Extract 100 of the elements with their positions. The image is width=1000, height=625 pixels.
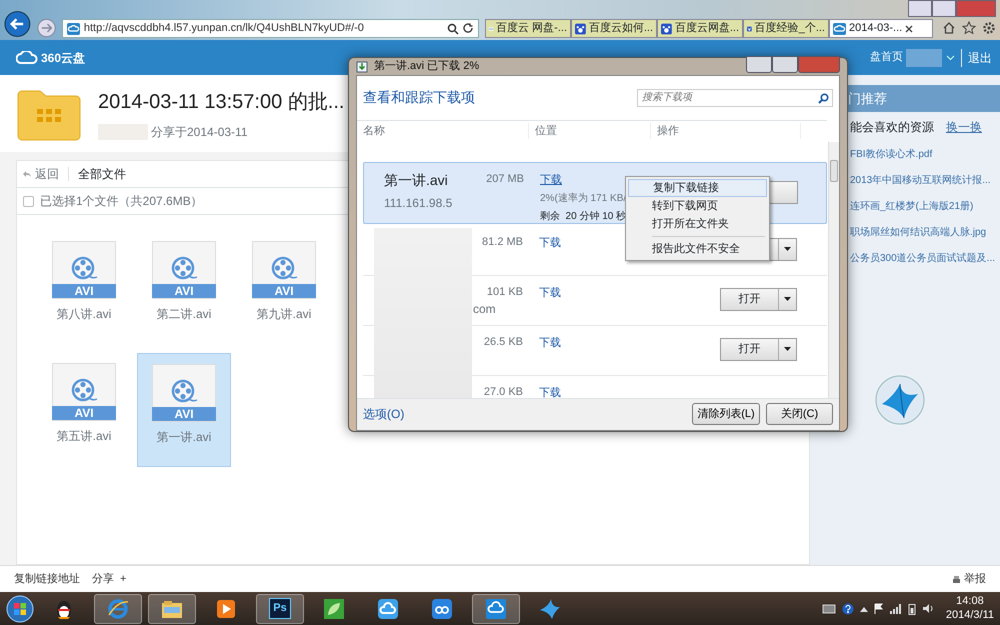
signal-icon[interactable] xyxy=(890,604,902,614)
maximize-button[interactable] xyxy=(932,0,956,17)
expand-icon[interactable] xyxy=(860,606,868,612)
cloud-logo-icon xyxy=(16,50,38,64)
menu-item[interactable]: 报告此文件不安全 xyxy=(628,240,767,258)
home-icon[interactable] xyxy=(942,21,956,35)
file-item[interactable]: AVI 第八讲.avi xyxy=(37,231,131,343)
file-name: 第五讲.avi xyxy=(56,428,112,445)
file-item[interactable]: AVI 第一讲.avi xyxy=(137,353,231,467)
file-item[interactable]: AVI 第五讲.avi xyxy=(37,353,131,467)
ps-app-icon[interactable]: Ps xyxy=(269,598,291,619)
star-icon[interactable] xyxy=(962,21,976,35)
search-icon[interactable] xyxy=(447,22,459,34)
resource-link[interactable]: 职场屌丝如何结识高端人脉.jpg xyxy=(850,226,986,240)
location-link[interactable]: 下载 xyxy=(539,234,561,251)
settings-icon[interactable] xyxy=(982,21,996,35)
media-player-icon[interactable] xyxy=(215,598,237,620)
clear-list-button[interactable]: 清除列表(L) xyxy=(692,402,760,426)
film-reel-icon xyxy=(169,377,199,405)
column-header[interactable]: 名称 xyxy=(357,122,529,140)
volume-icon[interactable] xyxy=(922,603,934,614)
file-type-label: AVI xyxy=(152,284,216,298)
start-button[interactable] xyxy=(6,594,34,622)
location-link[interactable]: 下载 xyxy=(539,284,561,301)
download-row[interactable]: 27.0 KB 下载 xyxy=(363,376,827,398)
file-type-label: AVI xyxy=(252,284,316,298)
menu-item[interactable]: 转到下载网页 xyxy=(628,197,767,215)
nav-link[interactable]: 盘首页 xyxy=(870,49,903,66)
resource-link[interactable]: 连环画_红楼梦(上海版21册) xyxy=(850,200,974,214)
battery-icon[interactable] xyxy=(908,602,916,614)
file-name: 第一讲.avi xyxy=(156,429,212,446)
back-button[interactable] xyxy=(4,10,31,38)
refresh-icon[interactable] xyxy=(463,23,474,34)
options-link[interactable]: 选项(O) xyxy=(363,405,686,423)
browser-tab[interactable]: 百度云如何... xyxy=(571,19,657,38)
keyboard-icon[interactable] xyxy=(822,604,836,614)
file-size: 26.5 KB xyxy=(484,334,523,348)
forward-button[interactable] xyxy=(36,18,56,38)
film-reel-icon xyxy=(269,254,299,282)
minimize-button[interactable] xyxy=(908,0,932,17)
maximize-button[interactable] xyxy=(772,56,798,73)
add-button[interactable]: + xyxy=(120,570,126,588)
column-header[interactable]: 操作 xyxy=(651,122,801,140)
film-reel-icon xyxy=(69,376,99,404)
taskbar-button[interactable]: Ps xyxy=(256,594,304,624)
location-link[interactable]: 下载 xyxy=(539,384,561,398)
file-name: 第二讲.avi xyxy=(156,306,212,323)
refresh-link[interactable]: 换一换 xyxy=(946,118,982,136)
taskbar-button[interactable] xyxy=(472,594,520,624)
location-link[interactable]: 下载 xyxy=(539,334,561,351)
file-name: 第一讲.avi xyxy=(384,170,449,190)
file-name: 第九讲.avi xyxy=(256,306,312,323)
location-link[interactable]: 下载 xyxy=(540,172,626,188)
help-icon[interactable] xyxy=(842,602,854,614)
browser-tab[interactable]: 百度云 网盘-... xyxy=(485,19,571,38)
progress-text: 2%(速率为 171 KB/ xyxy=(540,192,626,206)
minimize-button[interactable] xyxy=(746,56,772,73)
share-title: 2014-03-11 13:57:00 的批... xyxy=(98,90,344,114)
leaf-icon[interactable] xyxy=(323,598,345,620)
scrollbar[interactable] xyxy=(828,142,839,398)
close-icon[interactable] xyxy=(905,24,914,32)
breadcrumb-link[interactable]: 全部文件 xyxy=(78,165,126,183)
file-item[interactable]: AVI 第九讲.avi xyxy=(237,231,331,343)
file-type-label: AVI xyxy=(52,284,116,298)
browser-tab[interactable]: 百度经验_个... xyxy=(743,19,829,38)
paw-icon xyxy=(661,22,672,34)
back-link[interactable]: 返回 xyxy=(23,165,59,183)
film-reel-icon xyxy=(169,254,199,282)
browser-tab[interactable]: 2014-03-... xyxy=(829,19,933,38)
file-size: 101 KB xyxy=(486,284,523,298)
resource-link[interactable]: 公务员300道公务员面试试题及... xyxy=(850,252,996,266)
nav-link[interactable]: 退出 xyxy=(961,48,992,66)
remaining-time: 剩余 20 分钟 10 秒 xyxy=(540,210,626,224)
split-button[interactable]: 打开 xyxy=(720,288,797,310)
site-logo[interactable]: 360云盘 xyxy=(41,48,86,66)
clock-time: 14:08 xyxy=(955,594,985,608)
file-name: 第八讲.avi xyxy=(56,306,112,323)
caret-icon[interactable] xyxy=(784,297,791,301)
download-icon xyxy=(356,60,369,73)
scroll-thumb[interactable] xyxy=(830,160,838,182)
caret-icon[interactable] xyxy=(784,247,791,251)
resource-link[interactable]: FBI教你读心术.pdf xyxy=(850,148,932,162)
address-bar[interactable]: http://aqvscddbh4.l57.yunpan.cn/lk/Q4UshBLN7kyUD#/-0 xyxy=(62,19,479,38)
browser-tab[interactable]: 百度云网盘... xyxy=(657,19,743,38)
search-icon[interactable] xyxy=(818,92,829,104)
report-link[interactable]: 举报 xyxy=(964,570,986,588)
file-item[interactable]: AVI 第二讲.avi xyxy=(137,231,231,343)
checkbox[interactable] xyxy=(23,196,34,206)
menu-item[interactable]: 复制下载链接 xyxy=(628,179,767,197)
browser-icon[interactable] xyxy=(107,598,129,620)
copy-link-button[interactable]: 复制链接地址 xyxy=(14,570,80,588)
search-field[interactable]: 搜索下载项 xyxy=(637,88,833,106)
share-button[interactable]: 分享 xyxy=(92,570,114,588)
column-header[interactable]: 位置 xyxy=(529,122,651,140)
close-button[interactable]: 关闭(C) xyxy=(766,402,833,426)
caret-icon[interactable] xyxy=(784,347,791,351)
source-text: 111.161.98.5 xyxy=(384,194,452,212)
split-button[interactable]: 打开 xyxy=(720,338,797,360)
resource-link[interactable]: 2013年中国移动互联网统计报... xyxy=(850,174,991,188)
flag-icon[interactable] xyxy=(874,603,884,614)
